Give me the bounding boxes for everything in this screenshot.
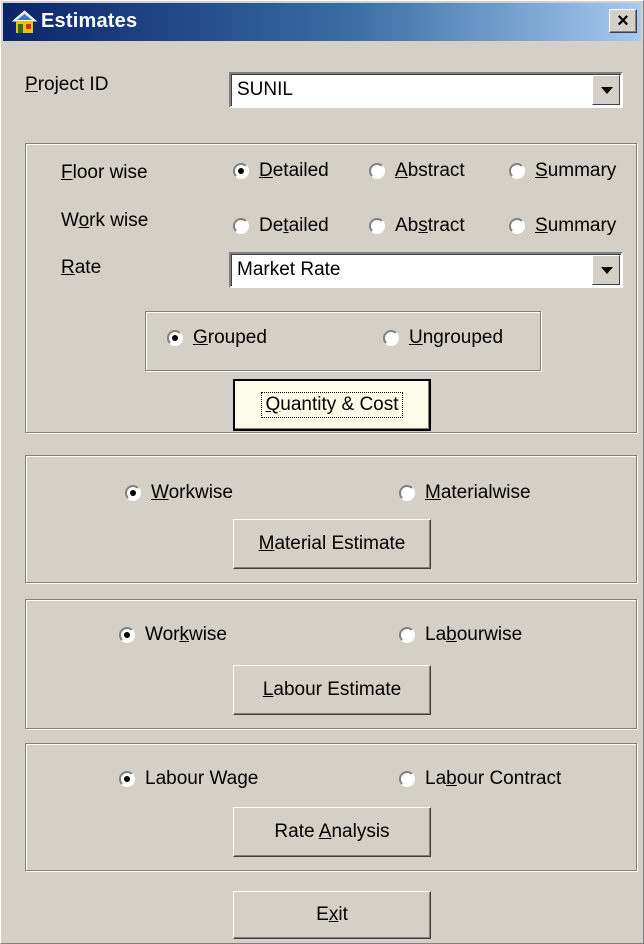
chevron-down-icon [601, 87, 613, 94]
ungrouped-label: Ungrouped [409, 327, 504, 348]
radio-unselected-icon [383, 330, 399, 346]
floor-wise-abstract-radio[interactable]: Abstract [369, 158, 465, 184]
radio-selected-icon [119, 627, 135, 643]
chevron-down-icon [601, 267, 613, 274]
rate-select[interactable]: Market Rate [229, 252, 623, 288]
quantity-cost-button[interactable]: Quantity & Cost [233, 379, 431, 431]
floor-wise-summary-radio[interactable]: Summary [509, 158, 616, 184]
radio-unselected-icon [509, 163, 525, 179]
work-wise-abstract-radio[interactable]: Abstract [369, 213, 465, 239]
floor-wise-detailed-label: Detailed [259, 160, 329, 181]
labour-contract-label: Labour Contract [425, 768, 562, 789]
labour-workwise-label: Workwise [145, 624, 227, 645]
radio-unselected-icon [399, 627, 415, 643]
rate-analysis-button[interactable]: Rate Analysis [233, 807, 431, 857]
floor-wise-summary-label: Summary [535, 160, 617, 181]
estimates-window: Estimates × Project ID SUNIL Floor wise … [0, 0, 644, 944]
material-workwise-radio[interactable]: Workwise [125, 480, 233, 506]
floor-wise-label: Floor wise [61, 162, 148, 183]
project-id-dropdown-button[interactable] [592, 75, 620, 105]
radio-selected-icon [167, 330, 183, 346]
radio-selected-icon [233, 163, 249, 179]
title-bar[interactable]: Estimates × [3, 3, 641, 41]
app-house-icon [12, 10, 37, 33]
rate-dropdown-button[interactable] [592, 255, 620, 285]
floor-wise-abstract-label: Abstract [395, 160, 465, 181]
close-button[interactable]: × [609, 9, 637, 33]
work-wise-summary-radio[interactable]: Summary [509, 213, 616, 239]
material-estimate-button-label: Material Estimate [258, 533, 406, 554]
labourwise-radio[interactable]: Labourwise [399, 622, 522, 648]
exit-button-label: Exit [316, 904, 348, 925]
labour-wage-radio[interactable]: Labour Wage [119, 766, 258, 792]
material-estimate-button[interactable]: Material Estimate [233, 519, 431, 569]
radio-unselected-icon [399, 771, 415, 787]
materialwise-label: Materialwise [425, 482, 531, 503]
radio-unselected-icon [369, 163, 385, 179]
materialwise-radio[interactable]: Materialwise [399, 480, 531, 506]
work-wise-detailed-label: Detailed [259, 215, 329, 236]
labour-estimate-button[interactable]: Labour Estimate [233, 665, 431, 715]
ungrouped-radio[interactable]: Ungrouped [383, 325, 503, 351]
project-id-label: Project ID [25, 74, 109, 95]
rate-analysis-button-label: Rate Analysis [274, 821, 390, 842]
radio-unselected-icon [369, 218, 385, 234]
labour-contract-radio[interactable]: Labour Contract [399, 766, 561, 792]
exit-button[interactable]: Exit [233, 891, 431, 939]
work-wise-detailed-radio[interactable]: Detailed [233, 213, 329, 239]
grouped-label: Grouped [193, 327, 267, 348]
labour-estimate-button-label: Labour Estimate [262, 679, 402, 700]
radio-unselected-icon [399, 485, 415, 501]
radio-unselected-icon [509, 218, 525, 234]
radio-unselected-icon [233, 218, 249, 234]
quantity-cost-button-label: Quantity & Cost [261, 392, 403, 418]
work-wise-label: Work wise [61, 210, 149, 231]
floor-wise-detailed-radio[interactable]: Detailed [233, 158, 329, 184]
labour-workwise-radio[interactable]: Workwise [119, 622, 227, 648]
grouped-radio[interactable]: Grouped [167, 325, 267, 351]
project-id-select[interactable]: SUNIL [229, 72, 623, 108]
rate-value: Market Rate [237, 259, 341, 280]
work-wise-summary-label: Summary [535, 215, 617, 236]
work-wise-abstract-label: Abstract [395, 215, 465, 236]
window-title: Estimates [41, 10, 138, 32]
radio-selected-icon [125, 485, 141, 501]
project-id-value: SUNIL [237, 79, 293, 100]
material-workwise-label: Workwise [151, 482, 233, 503]
labourwise-label: Labourwise [425, 624, 523, 645]
labour-wage-label: Labour Wage [145, 768, 259, 789]
rate-label: Rate [61, 257, 102, 278]
radio-selected-icon [119, 771, 135, 787]
